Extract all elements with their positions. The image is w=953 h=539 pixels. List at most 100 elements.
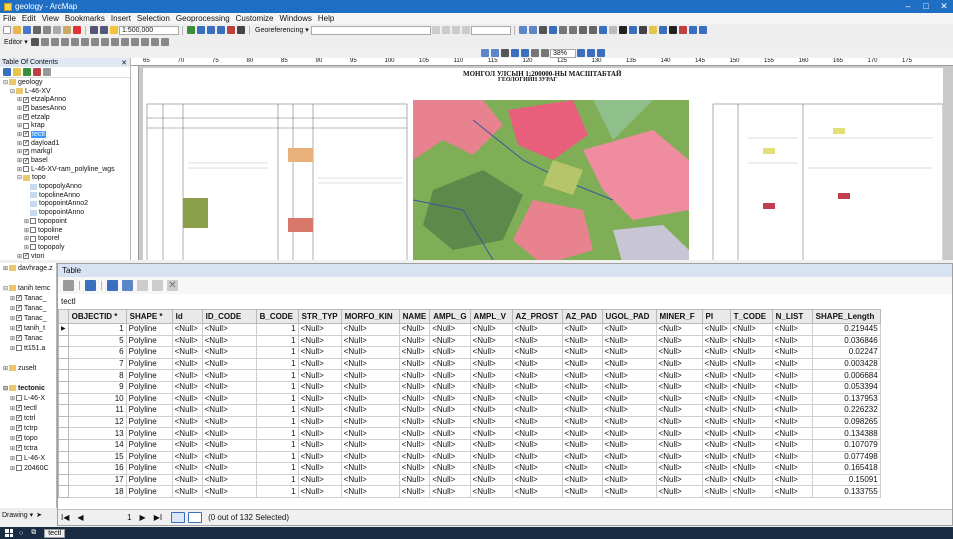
layer-visibility-checkbox[interactable]: ✓	[23, 114, 29, 121]
last-record-button[interactable]: ▶I	[154, 513, 162, 522]
layer-visibility-checkbox[interactable]: ✓	[23, 96, 29, 103]
column-header[interactable]: AZ_PROST	[511, 309, 563, 324]
table-cell[interactable]: <Null>	[601, 438, 657, 452]
table-cell[interactable]: <Null>	[601, 357, 657, 371]
layer-visibility-checkbox[interactable]: ✓	[23, 157, 29, 164]
toc-layer-row[interactable]: ⊞ krap	[0, 121, 130, 130]
table-cell[interactable]: 1	[255, 357, 299, 371]
table-cell[interactable]: <Null>	[729, 485, 773, 498]
expand-collapse-icon[interactable]: ⊟	[2, 285, 9, 292]
table-cell[interactable]: <Null>	[340, 357, 400, 371]
table-cell[interactable]: 13	[67, 427, 127, 440]
georef-tool-icon[interactable]	[441, 26, 450, 34]
expand-collapse-icon[interactable]: ⊞	[9, 415, 16, 422]
table-cell[interactable]: <Null>	[429, 404, 471, 417]
select-by-attributes-icon[interactable]	[107, 280, 118, 291]
table-cell[interactable]: <Null>	[561, 415, 603, 429]
table-cell[interactable]: <Null>	[511, 334, 563, 348]
table-cell[interactable]: 0.165418	[811, 462, 881, 475]
toc-layer-row[interactable]: ⊞ ✓ dayload1	[0, 139, 130, 148]
table-cell[interactable]: <Null>	[511, 473, 563, 487]
table-cell[interactable]: <Null>	[201, 450, 257, 464]
table-cell[interactable]: <Null>	[201, 473, 257, 487]
hyperlink-icon[interactable]	[638, 26, 647, 34]
options-icon[interactable]	[43, 68, 51, 76]
layer-visibility-checkbox[interactable]	[30, 244, 36, 251]
column-header[interactable]: SHAPE *	[125, 309, 173, 324]
toc-layer-row[interactable]	[0, 273, 56, 283]
table-cell[interactable]: <Null>	[771, 357, 813, 371]
delete-icon[interactable]	[73, 26, 81, 34]
trace-icon[interactable]	[70, 38, 79, 46]
toggle-draft-icon[interactable]	[577, 49, 585, 57]
measure-icon[interactable]	[658, 26, 667, 34]
table-cell[interactable]: <Null>	[429, 334, 471, 348]
edit-annotation-icon[interactable]	[40, 38, 49, 46]
table-cell[interactable]: <Null>	[701, 404, 731, 417]
table-cell[interactable]: <Null>	[601, 369, 657, 382]
table-cell[interactable]: <Null>	[469, 415, 513, 429]
table-cell[interactable]: 1	[67, 323, 127, 336]
table-cell[interactable]: <Null>	[655, 357, 703, 371]
attributes-icon[interactable]	[140, 38, 149, 46]
list-by-source-icon[interactable]	[13, 68, 21, 76]
table-cell[interactable]: <Null>	[297, 438, 342, 452]
table-cell[interactable]: <Null>	[701, 485, 731, 498]
toc-layer-row[interactable]: ⊞ ✓ Tanac	[0, 333, 56, 343]
create-viewer-icon[interactable]	[698, 26, 707, 34]
table-cell[interactable]: <Null>	[771, 369, 813, 382]
expand-collapse-icon[interactable]: ⊞	[2, 365, 9, 372]
table-cell[interactable]: Polyline	[125, 380, 173, 394]
toc-layer-row[interactable]: ⊞ ✓ topo	[0, 433, 56, 443]
table-cell[interactable]: 0.219445	[811, 323, 881, 336]
table-cell[interactable]: <Null>	[201, 369, 257, 382]
table-cell[interactable]: <Null>	[340, 485, 400, 498]
expand-collapse-icon[interactable]: ⊞	[9, 435, 16, 442]
menu-bookmarks[interactable]: Bookmarks	[65, 14, 105, 23]
table-cell[interactable]: <Null>	[398, 404, 431, 417]
table-row[interactable]: 8 Polyline <Null> <Null> 1 <Null> <Null> <Null>…	[58, 369, 881, 382]
taskbar-active-item[interactable]: tectl	[44, 528, 66, 538]
row-selector[interactable]	[58, 369, 69, 382]
table-cell[interactable]: <Null>	[171, 369, 203, 382]
table-cell[interactable]: <Null>	[601, 346, 657, 359]
table-cell[interactable]: <Null>	[429, 357, 471, 371]
editor-menu[interactable]: Editor ▾	[4, 38, 28, 46]
fixed-zoom-icon[interactable]	[568, 26, 577, 34]
table-cell[interactable]: 1	[255, 323, 299, 336]
reshape-icon[interactable]	[100, 38, 109, 46]
expand-collapse-icon[interactable]: ⊞	[9, 395, 16, 402]
column-header[interactable]: B_CODE	[255, 309, 299, 324]
table-cell[interactable]: <Null>	[171, 392, 203, 406]
point-icon[interactable]	[80, 38, 89, 46]
table-cell[interactable]: 11	[67, 404, 127, 417]
menu-file[interactable]: File	[3, 14, 16, 23]
windows-start-icon[interactable]	[5, 529, 13, 537]
row-selector[interactable]	[58, 392, 69, 406]
table-cell[interactable]: <Null>	[729, 323, 773, 336]
table-cell[interactable]: <Null>	[655, 427, 703, 440]
column-header[interactable]: MINER_F	[655, 309, 703, 324]
route-icon[interactable]	[678, 26, 687, 34]
table-cell[interactable]: <Null>	[171, 357, 203, 371]
table-cell[interactable]: <Null>	[297, 450, 342, 464]
table-cell[interactable]: 1	[255, 485, 299, 498]
toc-layer-row[interactable]: ⊞ ✓ etzalpAnno	[0, 95, 130, 104]
table-cell[interactable]: <Null>	[340, 462, 400, 475]
layer-visibility-checkbox[interactable]: ✓	[16, 315, 22, 321]
layer-visibility-checkbox[interactable]	[16, 455, 22, 461]
table-cell[interactable]: Polyline	[125, 334, 173, 348]
rotate-icon[interactable]	[130, 38, 139, 46]
table-cell[interactable]: 1	[255, 369, 299, 382]
table-cell[interactable]: <Null>	[601, 334, 657, 348]
menu-windows[interactable]: Windows	[279, 14, 311, 23]
table-cell[interactable]: 1	[255, 427, 299, 440]
pan-icon[interactable]	[538, 26, 547, 34]
back-extent-icon[interactable]	[578, 26, 587, 34]
table-cell[interactable]: <Null>	[340, 450, 400, 464]
table-cell[interactable]: 7	[67, 357, 127, 371]
table-cell[interactable]: <Null>	[561, 392, 603, 406]
table-cell[interactable]: <Null>	[469, 369, 513, 382]
table-cell[interactable]: 1	[255, 473, 299, 487]
table-cell[interactable]: <Null>	[398, 380, 431, 394]
